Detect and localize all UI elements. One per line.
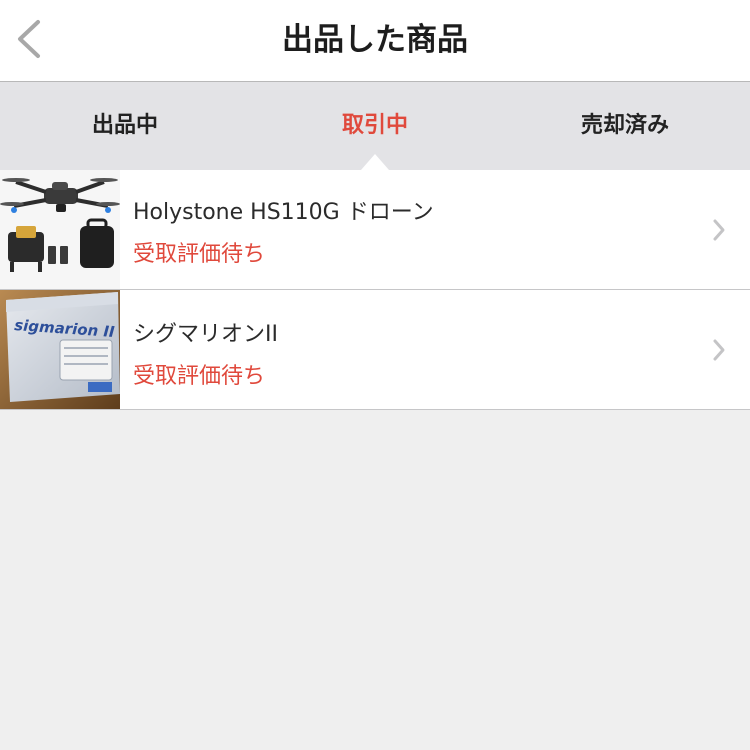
item-list: Holystone HS110G ドローン 受取評価待ち sigmarion I… — [0, 170, 750, 410]
back-button[interactable] — [10, 14, 54, 64]
active-tab-indicator — [361, 154, 389, 170]
item-thumbnail — [0, 170, 120, 289]
tab-listing[interactable]: 出品中 — [0, 82, 250, 170]
navigation-bar: 出品した商品 — [0, 0, 750, 82]
item-status: 受取評価待ち — [133, 242, 266, 267]
item-title: Holystone HS110G ドローン — [133, 200, 434, 225]
chevron-right-icon — [713, 219, 725, 241]
chevron-right-icon — [713, 339, 725, 361]
list-item[interactable]: Holystone HS110G ドローン 受取評価待ち — [0, 170, 750, 290]
page-title: 出品した商品 — [282, 22, 468, 58]
item-thumbnail: sigmarion II — [0, 290, 120, 409]
list-item[interactable]: sigmarion II シグマリオンII 受取評価待ち — [0, 290, 750, 410]
app-screen: 出品した商品 出品中 取引中 売却済み Holystone HS110G ドロー… — [0, 0, 750, 750]
item-title: シグマリオンII — [133, 322, 278, 347]
tab-sold[interactable]: 売却済み — [500, 82, 750, 170]
item-status: 受取評価待ち — [133, 364, 266, 389]
chevron-left-icon — [18, 20, 40, 58]
